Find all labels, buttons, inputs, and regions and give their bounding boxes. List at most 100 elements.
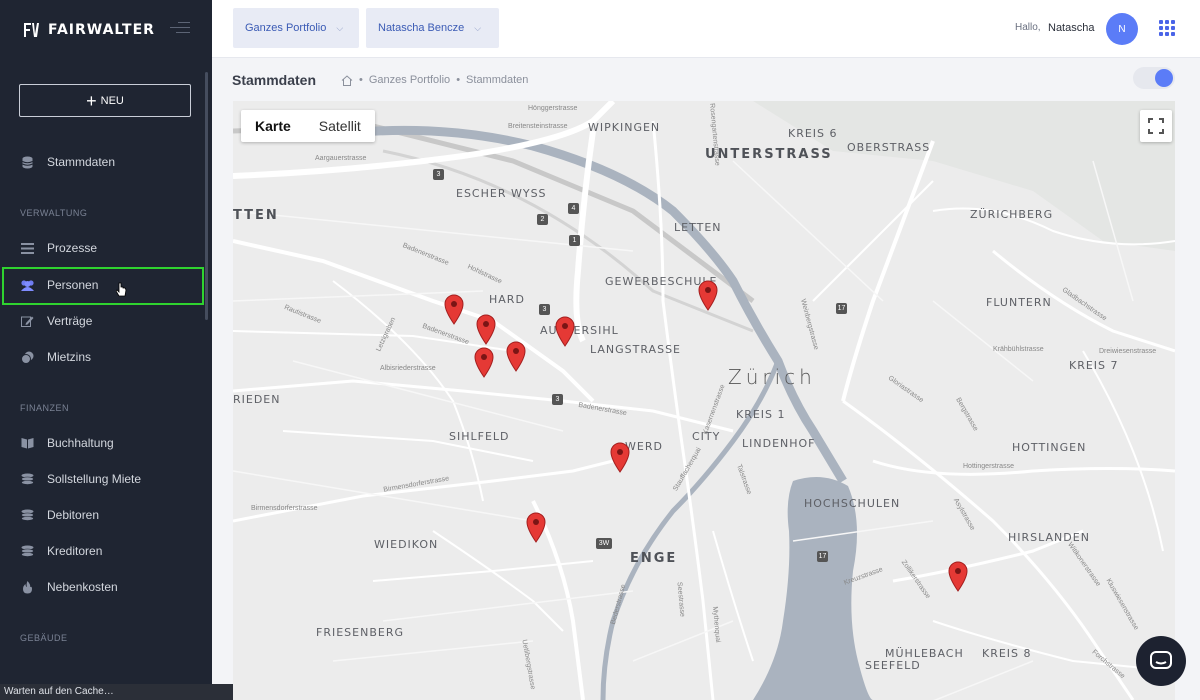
map-tab-karte[interactable]: Karte [241, 110, 305, 142]
sidebar-item-buchhaltung[interactable]: Buchhaltung [20, 436, 114, 450]
location-marker[interactable] [505, 340, 527, 372]
user-dropdown[interactable]: Natascha Bencze ⌵ [366, 8, 499, 48]
street-label: Aargauerstrasse [315, 155, 367, 162]
map-view[interactable]: Karte Satellit WIPKINGEN UNTERSTRASS KRE… [233, 101, 1175, 700]
stack-icon [20, 508, 35, 522]
street-label: Hönggerstrasse [528, 105, 578, 112]
map-label-sihlfeld: SIHLFELD [449, 430, 510, 443]
street-label: Hottingerstrasse [963, 463, 1014, 470]
flame-icon [20, 580, 35, 594]
sidebar-item-debitoren[interactable]: Debitoren [20, 508, 99, 522]
section-title-finanzen: FINANZEN [20, 403, 69, 413]
map-label-enge: ENGE [630, 551, 678, 566]
map-label-friesenberg: FRIESENBERG [316, 626, 404, 639]
brand-logo[interactable]: FAIRWALTER [22, 20, 155, 40]
map-label-aussersihl: AUSSERSIHL [540, 324, 619, 337]
map-label-escher-wyss: ESCHER WYSS [456, 187, 547, 200]
list-icon [20, 241, 35, 255]
avatar[interactable]: N [1106, 13, 1138, 45]
location-marker[interactable] [525, 511, 547, 543]
sidebar-scrollbar[interactable] [205, 72, 208, 320]
section-title-verwaltung: VERWALTUNG [20, 208, 88, 218]
sidebar-item-stammdaten[interactable]: Stammdaten [20, 155, 115, 169]
location-marker[interactable] [554, 315, 576, 347]
greeting-text: Hallo, [1015, 22, 1041, 33]
user-dropdown-value: Natascha Bencze [378, 22, 465, 34]
sidebar-item-vertraege[interactable]: Verträge [20, 314, 92, 328]
coins-icon [20, 350, 35, 364]
sidebar-item-mietzins[interactable]: Mietzins [20, 350, 91, 364]
map-type-toggle: Karte Satellit [241, 110, 375, 142]
location-marker[interactable] [473, 346, 495, 378]
route-badge: 17 [817, 551, 828, 562]
map-label-letten: LETTEN [674, 221, 722, 234]
greeting-user-name: Natascha [1048, 22, 1095, 34]
sidebar-item-label: Personen [47, 278, 99, 292]
sidebar-item-personen[interactable]: Personen [20, 278, 98, 292]
sidebar-item-label: Nebenkosten [47, 580, 118, 594]
home-icon[interactable] [341, 74, 353, 86]
sidebar-item-label: Debitoren [47, 508, 100, 522]
route-badge: 17 [836, 303, 847, 314]
location-marker[interactable] [443, 293, 465, 325]
map-label-tten: TTEN [233, 208, 279, 223]
chevron-down-icon: ⌵ [336, 22, 344, 33]
sidebar-item-prozesse[interactable]: Prozesse [20, 241, 97, 255]
map-label-rieden: RIEDEN [233, 393, 281, 406]
sidebar: FAIRWALTER + NEU Stammdaten VERWALTUNG P… [0, 0, 212, 700]
location-marker[interactable] [609, 441, 631, 473]
map-label-wipkingen: WIPKINGEN [588, 121, 661, 134]
location-marker[interactable] [697, 279, 719, 311]
map-tab-satellit[interactable]: Satellit [305, 110, 375, 142]
apps-grid-icon[interactable] [1159, 20, 1175, 36]
map-label-wiedikon: WIEDIKON [374, 538, 439, 551]
chat-icon [1150, 651, 1172, 669]
sidebar-item-sollstellung-miete[interactable]: Sollstellung Miete [20, 472, 141, 486]
sidebar-item-label: Stammdaten [47, 155, 116, 169]
sidebar-item-label: Prozesse [47, 241, 98, 255]
brand-name: FAIRWALTER [48, 22, 155, 38]
map-label-kreis1: KREIS 1 [736, 408, 786, 421]
map-label-kreis6: KREIS 6 [788, 127, 838, 140]
database-icon [20, 155, 35, 169]
map-label-seefeld: SEEFELD [865, 659, 921, 672]
map-label-lindenhof: LINDENHOF [742, 437, 816, 450]
street-label: Birmensdorferstrasse [251, 505, 318, 512]
page-title: Stammdaten [232, 72, 317, 88]
sidebar-item-label: Sollstellung Miete [47, 472, 142, 486]
sidebar-item-nebenkosten[interactable]: Nebenkosten [20, 580, 118, 594]
street-label: Breitensteinstrasse [508, 123, 568, 130]
route-badge: 4 [568, 203, 579, 214]
map-label-langstrasse: LANGSTRASSE [590, 343, 681, 356]
sidebar-item-kreditoren[interactable]: Kreditoren [20, 544, 102, 558]
street-label: Krähbühlstrasse [993, 346, 1044, 353]
new-button[interactable]: + NEU [19, 84, 191, 117]
avatar-initial: N [1118, 23, 1126, 35]
route-badge: 3 [539, 304, 550, 315]
fullscreen-button[interactable] [1140, 110, 1172, 142]
sidebar-item-label: Verträge [47, 314, 93, 328]
sidebar-item-label: Buchhaltung [47, 436, 114, 450]
section-title-gebaeude: GEBÄUDE [20, 633, 68, 643]
collapse-sidebar-icon[interactable] [170, 22, 190, 38]
street-label: Dreiwiesenstrasse [1099, 348, 1157, 355]
top-header: Ganzes Portfolio ⌵ Natascha Bencze ⌵ Hal… [212, 0, 1200, 58]
stack-icon [20, 544, 35, 558]
new-button-label: NEU [100, 94, 124, 107]
stack-icon [20, 472, 35, 486]
map-label-hochschulen: HOCHSCHULEN [804, 497, 901, 510]
breadcrumb-portfolio[interactable]: Ganzes Portfolio [369, 74, 450, 86]
route-badge: 3W [596, 538, 612, 549]
view-toggle[interactable] [1133, 67, 1175, 89]
street-label: Albisriederstrasse [380, 365, 436, 372]
plus-icon: + [86, 90, 97, 111]
location-marker[interactable] [947, 560, 969, 592]
location-marker[interactable] [475, 313, 497, 345]
map-label-zuerich: Zürich [728, 365, 816, 389]
chat-support-button[interactable] [1136, 636, 1186, 686]
map-label-fluntern: FLUNTERN [986, 296, 1052, 309]
route-badge: 3 [552, 394, 563, 405]
chevron-down-icon: ⌵ [474, 22, 482, 33]
map-label-oberstrass: OBERSTRASS [847, 141, 931, 154]
portfolio-dropdown[interactable]: Ganzes Portfolio ⌵ [233, 8, 359, 48]
